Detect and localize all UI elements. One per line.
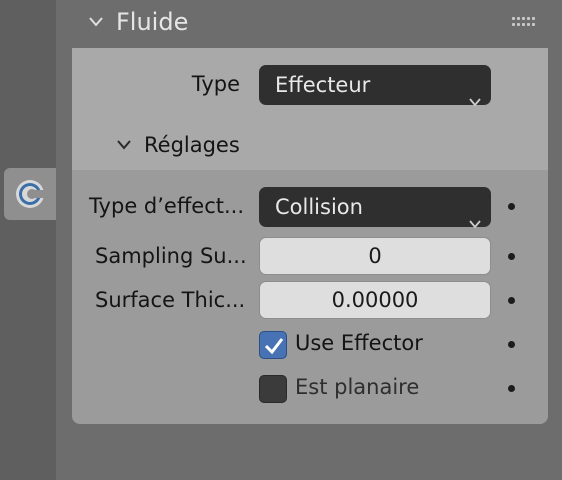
keyframe-dot-icon[interactable]	[508, 203, 515, 210]
surface-thickness-label: Surface Thic...	[95, 288, 246, 312]
sampling-field[interactable]: 0	[259, 237, 491, 275]
chevron-down-icon[interactable]	[89, 17, 103, 29]
fluid-type-value: Effecteur	[275, 73, 371, 97]
planar-label[interactable]: Est planaire	[295, 375, 419, 399]
fluid-type-dropdown[interactable]: Effecteur	[259, 65, 491, 107]
use-effector-checkbox[interactable]	[259, 331, 287, 359]
type-label: Type	[191, 72, 240, 96]
keyframe-dot-icon[interactable]	[508, 253, 515, 260]
keyframe-dot-icon[interactable]	[508, 297, 515, 304]
keyframe-dot-icon[interactable]	[508, 341, 515, 348]
effector-type-label: Type d’effect...	[89, 194, 245, 218]
chevron-down-icon	[469, 202, 481, 242]
chevron-down-icon	[469, 80, 481, 120]
effector-type-value: Collision	[275, 195, 363, 219]
chevron-down-icon[interactable]	[117, 140, 131, 152]
drag-grip-icon[interactable]	[512, 17, 536, 31]
checkmark-icon	[264, 338, 284, 355]
surface-thickness-field[interactable]: 0.00000	[259, 281, 491, 319]
use-effector-label[interactable]: Use Effector	[295, 331, 423, 355]
panel-title: Fluide	[116, 8, 189, 36]
sampling-label: Sampling Su...	[95, 244, 247, 268]
physics-fluid-tab-icon	[16, 180, 44, 208]
keyframe-dot-icon[interactable]	[508, 385, 515, 392]
physics-tab[interactable]	[4, 168, 56, 220]
settings-subpanel-title[interactable]: Réglages	[144, 133, 240, 157]
properties-tab-strip	[0, 0, 56, 480]
effector-type-dropdown[interactable]: Collision	[259, 187, 491, 229]
planar-checkbox[interactable]	[259, 375, 287, 403]
